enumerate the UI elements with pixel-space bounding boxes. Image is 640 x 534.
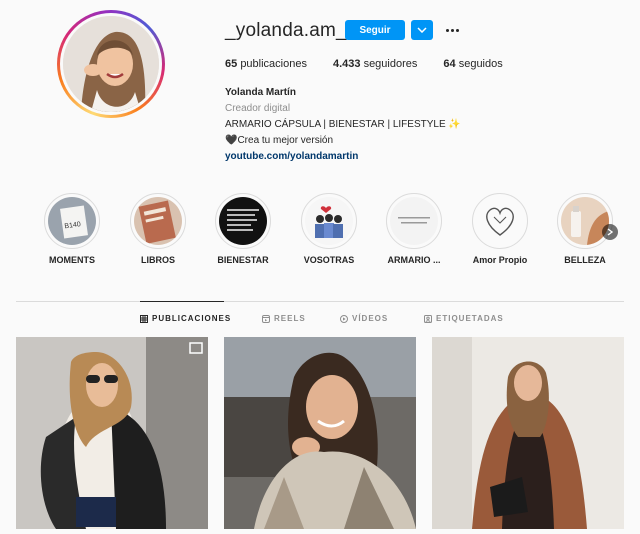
tab-reels[interactable]: REELS [262, 314, 306, 323]
profile-bio: Yolanda Martín Creador digital ARMARIO C… [225, 85, 461, 165]
profile-stats: 65 publicaciones 4.433 seguidores 64 seg… [225, 58, 529, 70]
highlight-armario[interactable]: ARMARIO ... [379, 193, 449, 265]
post-thumbnail[interactable] [224, 337, 416, 529]
profile-username: _yolanda.am_ [225, 20, 347, 41]
profile-avatar[interactable] [57, 10, 165, 118]
bio-link[interactable]: youtube.com/yolandamartin [225, 149, 461, 165]
heart-icon [476, 197, 524, 245]
highlight-moments[interactable]: B140 MOMENTS [37, 193, 107, 265]
highlight-vosotras[interactable]: VOSOTRAS [294, 193, 364, 265]
highlight-cover [134, 197, 182, 245]
highlight-cover [476, 197, 524, 245]
highlight-cover [390, 197, 438, 245]
chevron-right-icon [607, 228, 613, 236]
highlight-cover [219, 197, 267, 245]
highlight-amor-propio[interactable]: Amor Propio [465, 193, 535, 265]
highlight-cover [561, 197, 609, 245]
highlights-next-button[interactable] [602, 224, 618, 240]
post-image [432, 337, 624, 529]
profile-category: Creador digital [225, 103, 291, 114]
avatar-portrait [63, 16, 159, 112]
active-tab-indicator [140, 301, 224, 302]
chevron-down-icon [417, 27, 427, 33]
post-image [16, 337, 208, 529]
follow-button[interactable]: Seguir [345, 20, 405, 40]
post-thumbnail[interactable] [16, 337, 208, 529]
more-dot-icon [450, 28, 454, 32]
more-dot-icon [455, 28, 459, 32]
highlight-cover: B140 [48, 197, 96, 245]
reels-icon [262, 314, 270, 323]
avatar-photo [63, 16, 159, 112]
grid-icon [140, 314, 148, 323]
tab-etiquetadas[interactable]: ETIQUETADAS [424, 314, 504, 323]
tab-publicaciones[interactable]: PUBLICACIONES [140, 314, 231, 323]
suggested-dropdown-button[interactable] [411, 20, 433, 40]
highlight-cover [305, 197, 353, 245]
video-icon [340, 314, 348, 323]
tag-icon [424, 314, 432, 323]
tab-videos[interactable]: VÍDEOS [340, 314, 388, 323]
highlight-libros[interactable]: LIBROS [123, 193, 193, 265]
profile-full-name: Yolanda Martín [225, 87, 296, 98]
more-options-button[interactable] [443, 22, 461, 38]
followers-count[interactable]: 4.433 seguidores [333, 58, 417, 70]
posts-count: 65 publicaciones [225, 58, 307, 70]
bio-line: 🖤Crea tu mejor versión [225, 135, 334, 146]
post-thumbnail[interactable] [432, 337, 624, 529]
post-image [224, 337, 416, 529]
highlight-bienestar[interactable]: BIENESTAR [208, 193, 278, 265]
bio-line: ARMARIO CÁPSULA | BIENESTAR | LIFESTYLE … [225, 119, 461, 130]
following-count[interactable]: 64 seguidos [443, 58, 502, 70]
more-dot-icon [445, 28, 449, 32]
tabs-divider [16, 301, 624, 302]
